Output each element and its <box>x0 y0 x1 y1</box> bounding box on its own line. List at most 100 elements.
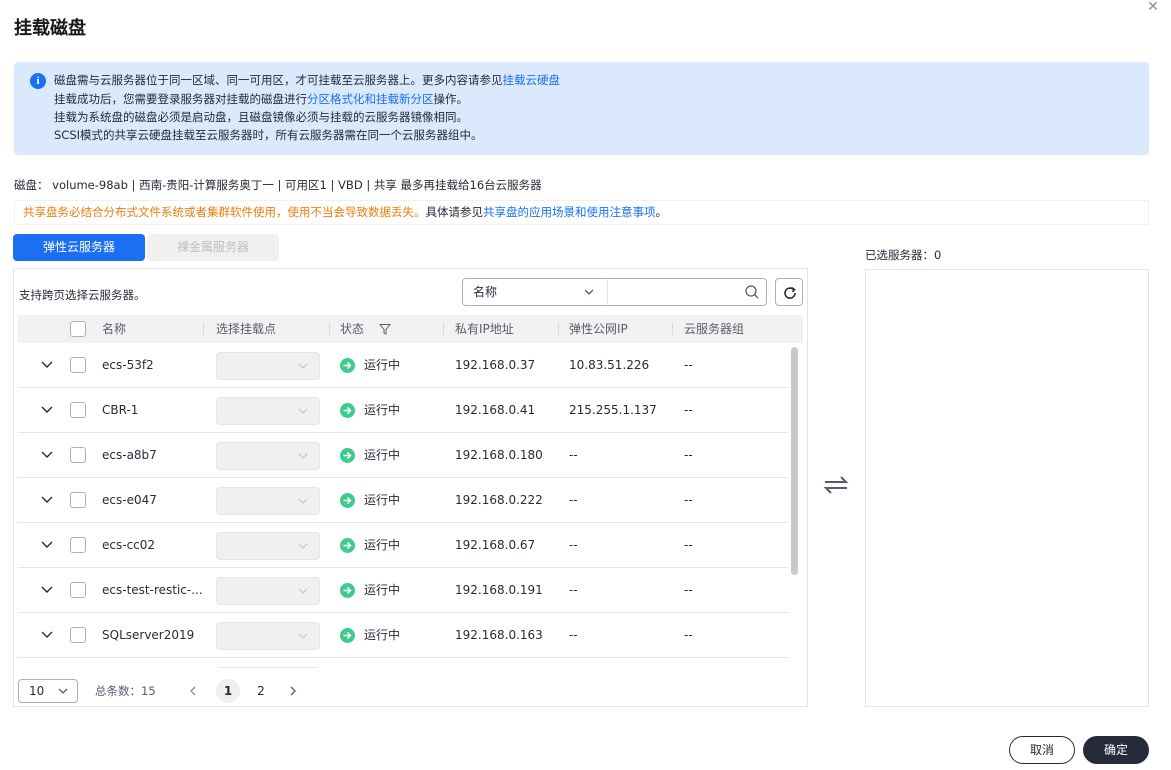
mount-point-select <box>216 442 320 470</box>
chevron-down-icon <box>57 680 69 706</box>
private-ip: 192.168.0.222 <box>455 493 543 507</box>
page-2[interactable]: 2 <box>249 679 273 703</box>
prev-page-icon[interactable] <box>183 679 203 703</box>
server-status: 运行中 <box>364 538 401 552</box>
chevron-down-icon[interactable] <box>40 357 54 371</box>
table-row[interactable]: ecs-a8b7 运行中 192.168.0.180 -- -- <box>18 433 788 478</box>
cancel-button[interactable]: 取消 <box>1009 736 1075 764</box>
table-row[interactable]: ecs-53f2 运行中 192.168.0.37 10.83.51.226 -… <box>18 343 788 388</box>
table-row[interactable] <box>18 658 788 668</box>
server-group: -- <box>684 358 693 372</box>
chevron-down-icon <box>297 539 309 556</box>
private-ip: 192.168.0.67 <box>455 538 536 552</box>
info-text: 操作。 <box>433 92 469 106</box>
warning-text: 共享盘务必结合分布式文件系统或者集群软件使用，使用不当会导致数据丢失。 <box>23 205 426 219</box>
mount-point-select <box>216 532 320 560</box>
search-field-value: 名称 <box>473 285 498 299</box>
attach-disk-link[interactable]: 挂载云硬盘 <box>503 73 561 87</box>
chevron-down-icon[interactable] <box>40 537 54 551</box>
private-ip: 192.168.0.37 <box>455 358 536 372</box>
divider <box>329 323 330 335</box>
chevron-down-icon[interactable] <box>40 447 54 461</box>
running-status-icon <box>340 448 355 463</box>
confirm-button[interactable]: 确定 <box>1083 736 1149 764</box>
next-page-icon[interactable] <box>283 679 303 703</box>
chevron-down-icon[interactable] <box>40 492 54 506</box>
eip: 215.255.1.137 <box>569 403 657 417</box>
selected-count: 已选服务器：0 <box>865 248 942 262</box>
search-icon[interactable] <box>744 284 760 300</box>
chevron-down-icon <box>297 494 309 511</box>
page-size-value: 10 <box>29 684 45 698</box>
chevron-down-icon <box>297 404 309 421</box>
eip: -- <box>569 538 578 552</box>
shared-disk-usage-link[interactable]: 共享盘的应用场景和使用注意事项 <box>483 205 656 219</box>
server-status: 运行中 <box>364 358 401 372</box>
server-list-panel: 支持跨页选择云服务器。 名称 名称 选择挂载点 状态 私有IP地址 弹性公网IP… <box>13 268 808 707</box>
eip: -- <box>569 583 578 597</box>
divider <box>443 323 444 335</box>
running-status-icon <box>340 628 355 643</box>
close-icon[interactable]: ✕ <box>1146 0 1160 14</box>
row-checkbox[interactable] <box>70 627 86 643</box>
mount-point-select <box>216 397 320 425</box>
running-status-icon <box>340 538 355 553</box>
table-row[interactable]: ecs-test-restic-... 运行中 192.168.0.191 --… <box>18 568 788 613</box>
transfer-icon <box>822 475 850 495</box>
search-input[interactable] <box>609 279 739 305</box>
chevron-down-icon[interactable] <box>40 582 54 596</box>
table-row[interactable]: ecs-e047 运行中 192.168.0.222 -- -- <box>18 478 788 523</box>
private-ip: 192.168.0.163 <box>455 628 543 642</box>
select-all-checkbox[interactable] <box>70 321 86 337</box>
search-field-select[interactable]: 名称 <box>463 279 608 305</box>
table-row[interactable]: CBR-1 运行中 192.168.0.41 215.255.1.137 -- <box>18 388 788 433</box>
refresh-button[interactable] <box>775 278 803 306</box>
filter-icon[interactable] <box>378 323 392 338</box>
table-header: 名称 选择挂载点 状态 私有IP地址 弹性公网IP 云服务器组 <box>18 315 803 343</box>
server-name: ecs-53f2 <box>102 358 154 372</box>
page-1[interactable]: 1 <box>216 679 240 703</box>
private-ip: 192.168.0.191 <box>455 583 543 597</box>
server-name: CBR-1 <box>102 403 139 417</box>
info-line-2: 挂载成功后，您需要登录服务器对挂载的磁盘进行分区格式化和挂载新分区操作。 <box>54 91 468 107</box>
server-group: -- <box>684 448 693 462</box>
server-status: 运行中 <box>364 403 401 417</box>
private-ip: 192.168.0.41 <box>455 403 536 417</box>
running-status-icon <box>340 583 355 598</box>
row-checkbox[interactable] <box>70 582 86 598</box>
eip: 10.83.51.226 <box>569 358 650 372</box>
row-checkbox[interactable] <box>70 447 86 463</box>
table-row[interactable]: ecs-cc02 运行中 192.168.0.67 -- -- <box>18 523 788 568</box>
mount-point-select <box>216 577 320 605</box>
cross-page-hint: 支持跨页选择云服务器。 <box>19 288 146 302</box>
total-count: 总条数：15 <box>95 684 156 698</box>
server-status: 运行中 <box>364 583 401 597</box>
row-checkbox[interactable] <box>70 357 86 373</box>
page-size-select[interactable]: 10 <box>18 679 78 703</box>
warning-mid: 具体请参见 <box>425 205 484 219</box>
server-group: -- <box>684 403 693 417</box>
col-status: 状态 <box>340 322 365 336</box>
server-group: -- <box>684 628 693 642</box>
tab-ecs[interactable]: 弹性云服务器 <box>13 234 145 261</box>
table-row[interactable]: SQLserver2019 运行中 192.168.0.163 -- -- <box>18 613 788 658</box>
chevron-down-icon[interactable] <box>40 402 54 416</box>
row-checkbox[interactable] <box>70 492 86 508</box>
row-checkbox[interactable] <box>70 402 86 418</box>
chevron-down-icon <box>297 584 309 601</box>
server-status: 运行中 <box>364 448 401 462</box>
info-icon: i <box>30 73 46 89</box>
mount-point-select <box>216 487 320 515</box>
col-mount: 选择挂载点 <box>216 322 277 336</box>
running-status-icon <box>340 358 355 373</box>
divider <box>203 323 204 335</box>
row-checkbox[interactable] <box>70 537 86 553</box>
table-scrollbar[interactable] <box>791 347 798 575</box>
server-name: ecs-cc02 <box>102 538 156 552</box>
chevron-down-icon[interactable] <box>40 627 54 641</box>
mount-point-select <box>216 622 320 650</box>
partition-format-link[interactable]: 分区格式化和挂载新分区 <box>307 92 434 106</box>
chevron-down-icon <box>297 449 309 466</box>
col-private-ip: 私有IP地址 <box>455 322 514 336</box>
server-name: SQLserver2019 <box>102 628 195 642</box>
